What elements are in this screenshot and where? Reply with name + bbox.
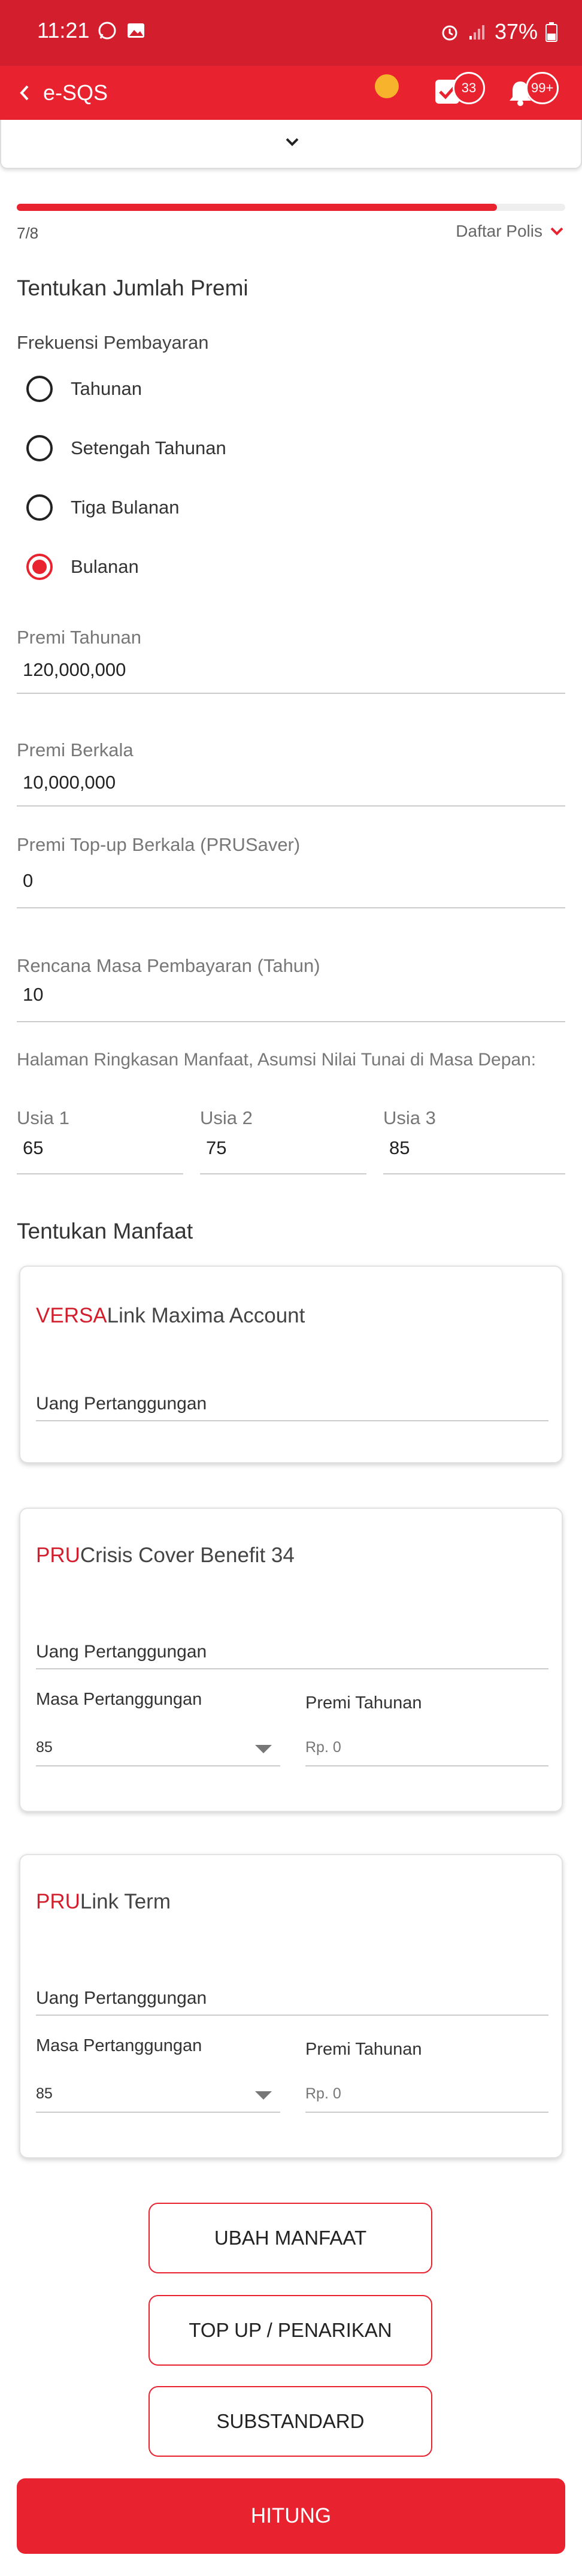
usia-1-label: Usia 1 — [17, 1107, 69, 1128]
divider — [17, 693, 565, 694]
radio-button[interactable] — [26, 494, 53, 521]
premi-berkala-field[interactable]: 10,000,000 — [23, 772, 116, 793]
benefits-heading: Tentukan Manfaat — [17, 1219, 193, 1243]
brand-prefix: PRU — [36, 1544, 80, 1567]
radio-label: Tahunan — [71, 378, 142, 399]
premium-label: Premi Tahunan — [305, 1693, 422, 1713]
collapsed-section[interactable] — [0, 120, 582, 169]
notifications-button[interactable]: 99+ — [507, 72, 578, 114]
term-label: Masa Pertanggungan — [36, 2036, 202, 2055]
term-label: Masa Pertanggungan — [36, 1690, 202, 1709]
divider — [305, 2112, 548, 2113]
top-up-penarikan-button[interactable]: TOP UP / PENARIKAN — [148, 2295, 432, 2366]
brand-prefix: VERSA — [36, 1304, 107, 1327]
premi-topup-field[interactable]: 0 — [23, 870, 33, 892]
usia-3-field[interactable]: 85 — [389, 1137, 410, 1159]
chevron-down-icon[interactable] — [283, 133, 301, 151]
premium-label: Premi Tahunan — [305, 2040, 422, 2059]
sum-assured-label: Uang Pertanggungan — [36, 1394, 207, 1414]
frequency-label: Frekuensi Pembayaran — [17, 332, 209, 353]
benefit-card-crisis-cover: PRUCrisis Cover Benefit 34 Uang Pertangg… — [19, 1508, 563, 1812]
radio-button[interactable] — [26, 376, 53, 402]
signal-icon — [469, 25, 484, 40]
benefit-card-versalink: VERSALink Maxima Account Uang Pertanggun… — [19, 1266, 563, 1463]
status-bar: 11:21 37% — [0, 0, 582, 66]
tasks-button[interactable]: 33 — [431, 72, 503, 114]
sum-assured-field[interactable] — [36, 1668, 548, 1669]
divider — [305, 1765, 548, 1766]
dropdown-arrow-icon[interactable] — [255, 2091, 272, 2100]
usia-3-label: Usia 3 — [383, 1107, 436, 1128]
status-dot — [375, 74, 399, 98]
product-name: Link Term — [80, 1890, 171, 1913]
benefit-card-title: PRULink Term — [36, 1890, 171, 1914]
radio-tiga-bulanan[interactable]: Tiga Bulanan — [26, 490, 180, 526]
benefit-card-title: PRUCrisis Cover Benefit 34 — [36, 1544, 295, 1568]
sum-assured-label: Uang Pertanggungan — [36, 1988, 207, 2008]
summary-label: Halaman Ringkasan Manfaat, Asumsi Nilai … — [17, 1050, 536, 1070]
masa-pembayaran-field[interactable]: 10 — [23, 984, 43, 1005]
alarm-icon — [442, 25, 457, 41]
progress-bar — [17, 204, 565, 211]
radio-button-selected[interactable] — [26, 554, 53, 580]
back-arrow-icon[interactable] — [17, 83, 31, 103]
premi-berkala-label: Premi Berkala — [17, 739, 134, 760]
premium-value: Rp. 0 — [305, 2085, 341, 2102]
battery-icon — [545, 22, 557, 42]
product-name: Link Maxima Account — [107, 1304, 305, 1327]
tasks-badge: 33 — [453, 72, 485, 104]
benefit-card-title: VERSALink Maxima Account — [36, 1304, 305, 1328]
usia-2-field[interactable]: 75 — [206, 1137, 226, 1159]
radio-button[interactable] — [26, 435, 53, 461]
product-name: Crisis Cover Benefit 34 — [80, 1544, 295, 1567]
app-bar: e-SQS 33 99+ — [0, 66, 582, 120]
radio-label: Setengah Tahunan — [71, 437, 226, 458]
premium-value: Rp. 0 — [305, 1739, 341, 1756]
radio-bulanan[interactable]: Bulanan — [26, 549, 139, 585]
benefit-card-link-term: PRULink Term Uang Pertanggungan Masa Per… — [19, 1854, 563, 2158]
divider — [17, 1173, 183, 1174]
divider — [17, 907, 565, 908]
ubah-manfaat-button[interactable]: UBAH MANFAAT — [148, 2203, 432, 2273]
app-title: e-SQS — [43, 80, 108, 105]
premi-tahunan-label: Premi Tahunan — [17, 627, 141, 648]
radio-label: Bulanan — [71, 556, 139, 577]
masa-pembayaran-label: Rencana Masa Pembayaran (Tahun) — [17, 955, 320, 976]
term-select-value[interactable]: 85 — [36, 1739, 53, 1756]
whatsapp-icon — [98, 22, 116, 40]
premi-tahunan-field[interactable]: 120,000,000 — [23, 659, 126, 681]
dropdown-arrow-icon[interactable] — [255, 1745, 272, 1753]
term-select-value[interactable]: 85 — [36, 2085, 53, 2103]
sum-assured-label: Uang Pertanggungan — [36, 1642, 207, 1662]
progress-fill — [17, 204, 497, 211]
step-indicator: 7/8 — [17, 224, 39, 242]
divider — [17, 805, 565, 807]
divider — [17, 1021, 565, 1022]
radio-label: Tiga Bulanan — [71, 497, 180, 518]
gallery-icon — [128, 23, 144, 38]
chevron-down-icon — [550, 227, 563, 235]
sum-assured-field[interactable] — [36, 2015, 548, 2016]
daftar-polis-label: Daftar Polis — [456, 222, 542, 240]
divider — [200, 1173, 366, 1174]
usia-1-field[interactable]: 65 — [23, 1137, 43, 1159]
substandard-button[interactable]: SUBSTANDARD — [148, 2386, 432, 2457]
hitung-button[interactable]: HITUNG — [17, 2478, 565, 2554]
term-select[interactable] — [36, 1765, 280, 1766]
premium-heading: Tentukan Jumlah Premi — [17, 276, 248, 300]
status-time: 11:21 — [37, 18, 90, 43]
notifications-badge: 99+ — [526, 72, 559, 104]
term-select[interactable] — [36, 2112, 280, 2113]
radio-tahunan[interactable]: Tahunan — [26, 371, 142, 407]
radio-setengah-tahunan[interactable]: Setengah Tahunan — [26, 430, 226, 466]
daftar-polis-dropdown[interactable]: Daftar Polis — [456, 222, 565, 241]
premi-topup-label: Premi Top-up Berkala (PRUSaver) — [17, 834, 301, 855]
battery-percent: 37% — [494, 19, 538, 44]
sum-assured-field[interactable] — [36, 1420, 548, 1421]
divider — [383, 1173, 565, 1174]
usia-2-label: Usia 2 — [200, 1107, 253, 1128]
brand-prefix: PRU — [36, 1890, 80, 1913]
